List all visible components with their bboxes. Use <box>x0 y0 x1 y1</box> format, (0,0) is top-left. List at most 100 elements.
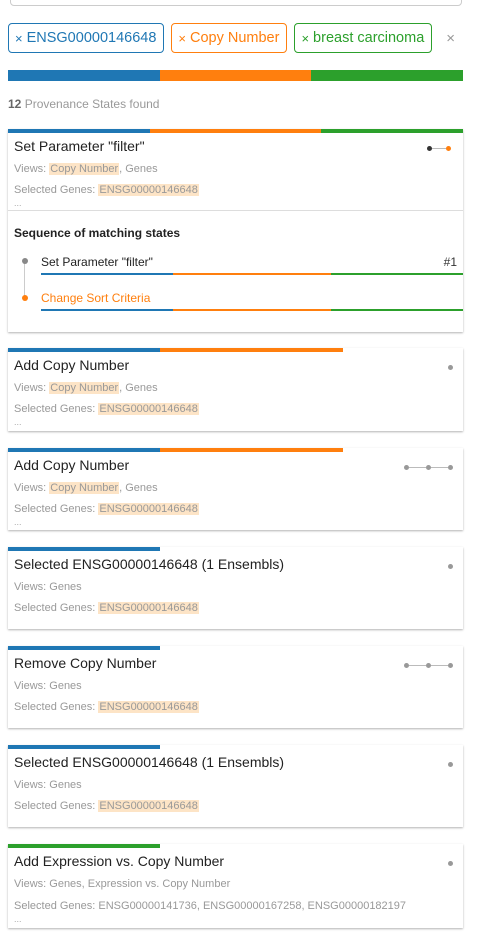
state-views: Views: Genes, Expression vs. Copy Number <box>14 878 230 890</box>
card-match-bar <box>8 844 160 848</box>
views-label: Views: <box>14 163 50 175</box>
state-title: Add Expression vs. Copy Number <box>14 853 225 869</box>
filter-tag-label: breast carcinoma <box>313 30 425 46</box>
view-highlight: Copy Number <box>49 163 120 175</box>
selected-genes-label: Selected Genes: <box>14 403 99 415</box>
provenance-state-card[interactable]: Set Parameter "filter" Views: Copy Numbe… <box>8 129 463 332</box>
more-ellipsis: ... <box>14 517 22 527</box>
sequence-dot <box>448 861 453 866</box>
match-segment-view <box>160 348 343 352</box>
more-ellipsis: ... <box>14 198 22 208</box>
filter-tags: × ENSG00000146648 × Copy Number × breast ca… <box>8 23 468 53</box>
sequence-connector <box>431 665 448 666</box>
state-views: Views: Copy Number, Genes <box>14 482 158 494</box>
search-input[interactable] <box>10 0 462 6</box>
provenance-state-card[interactable]: Add Copy Number Views: Copy Number, Gene… <box>8 348 463 431</box>
provenance-state-card[interactable]: Add Expression vs. Copy Number Views: Ge… <box>8 844 463 928</box>
state-selected-genes: Selected Genes: ENSG00000146648 <box>14 800 199 812</box>
state-sequence-dots <box>427 146 451 151</box>
sequence-item[interactable]: Change Sort Criteria <box>41 291 150 305</box>
match-segment-view <box>173 309 331 311</box>
clear-all-icon[interactable]: × <box>446 30 455 47</box>
state-views: Views: Genes <box>14 581 82 593</box>
sequence-item[interactable]: Set Parameter "filter" <box>41 255 153 269</box>
card-match-bar <box>8 547 160 551</box>
views-label: Views: <box>14 878 50 890</box>
remove-tag-icon[interactable]: × <box>15 31 23 46</box>
filter-tag-disease[interactable]: × breast carcinoma <box>294 23 433 53</box>
views-label: Views: <box>14 581 50 593</box>
sequence-dot <box>448 465 453 470</box>
gene-highlight: ENSG00000146648 <box>98 184 199 196</box>
gene-highlight: ENSG00000146648 <box>98 800 199 812</box>
match-segment-gene <box>8 129 150 133</box>
results-count: 12 Provenance States found <box>8 97 159 111</box>
state-views: Views: Copy Number, Genes <box>14 163 158 175</box>
sequence-heading: Sequence of matching states <box>14 226 181 240</box>
sequence-connector <box>409 665 426 666</box>
selected-genes-label: Selected Genes: <box>14 701 99 713</box>
more-ellipsis: ... <box>14 914 22 924</box>
state-sequence-dots <box>448 564 453 569</box>
provenance-state-card[interactable]: Remove Copy Number Views: Genes Selected… <box>8 646 463 728</box>
remove-tag-icon[interactable]: × <box>301 31 309 46</box>
sequence-dot <box>448 663 453 668</box>
results-count-number: 12 <box>8 97 22 111</box>
card-match-bar <box>8 448 343 452</box>
sequence-connector <box>432 148 446 149</box>
match-segment-gene <box>41 309 173 311</box>
overall-match-bar <box>8 70 463 81</box>
selected-genes-label: Selected Genes: <box>14 184 99 196</box>
views-value: Genes <box>49 680 82 692</box>
match-segment-disease <box>331 309 463 311</box>
gene-highlight: ENSG00000146648 <box>98 701 199 713</box>
state-views: Views: Copy Number, Genes <box>14 382 158 394</box>
match-segment-gene <box>8 745 160 749</box>
views-rest: , Genes <box>119 382 158 394</box>
view-highlight: Copy Number <box>49 482 120 494</box>
selected-genes-label: Selected Genes: <box>14 503 99 515</box>
provenance-state-card[interactable]: Add Copy Number Views: Copy Number, Gene… <box>8 448 463 530</box>
matching-sequence: Sequence of matching states Set Paramete… <box>8 210 463 330</box>
state-views: Views: Genes <box>14 779 82 791</box>
sequence-dot <box>448 564 453 569</box>
match-segment-view <box>160 70 311 81</box>
selected-genes-value: ENSG00000141736, ENSG00000167258, ENSG00… <box>98 900 407 912</box>
selected-genes-label: Selected Genes: <box>14 800 99 812</box>
state-selected-genes: Selected Genes: ENSG00000146648 <box>14 602 199 614</box>
filter-tag-label: ENSG00000146648 <box>26 30 157 46</box>
sequence-dot <box>448 762 453 767</box>
views-label: Views: <box>14 482 50 494</box>
views-rest: , Genes <box>119 163 158 175</box>
match-segment-gene <box>41 273 173 275</box>
state-sequence-dots <box>404 663 453 668</box>
views-value: Genes <box>49 779 82 791</box>
card-match-bar <box>8 646 160 650</box>
sequence-connector <box>431 467 448 468</box>
gene-highlight: ENSG00000146648 <box>98 503 199 515</box>
state-title: Add Copy Number <box>14 457 130 473</box>
state-title: Add Copy Number <box>14 357 130 373</box>
match-segment-view <box>160 448 343 452</box>
selected-genes-label: Selected Genes: <box>14 602 99 614</box>
match-segment-gene <box>8 448 160 452</box>
views-label: Views: <box>14 779 50 791</box>
remove-tag-icon[interactable]: × <box>178 31 186 46</box>
sequence-line <box>24 262 25 298</box>
match-segment-disease <box>311 70 463 81</box>
gene-highlight: ENSG00000146648 <box>98 403 199 415</box>
match-segment-gene <box>8 70 160 81</box>
views-label: Views: <box>14 382 50 394</box>
provenance-state-card[interactable]: Selected ENSG00000146648 (1 Ensembls) Vi… <box>8 745 463 827</box>
sequence-dot <box>446 146 451 151</box>
more-ellipsis: ... <box>14 417 22 427</box>
state-title: Selected ENSG00000146648 (1 Ensembls) <box>14 556 285 572</box>
state-title: Remove Copy Number <box>14 655 157 671</box>
sequence-item-bar <box>41 309 463 311</box>
filter-tag-gene[interactable]: × ENSG00000146648 <box>8 23 165 53</box>
card-match-bar <box>8 129 463 133</box>
provenance-state-card[interactable]: Selected ENSG00000146648 (1 Ensembls) Vi… <box>8 547 463 629</box>
filter-tag-view[interactable]: × Copy Number <box>171 23 288 53</box>
match-segment-disease <box>321 129 463 133</box>
match-segment-disease <box>8 844 160 848</box>
